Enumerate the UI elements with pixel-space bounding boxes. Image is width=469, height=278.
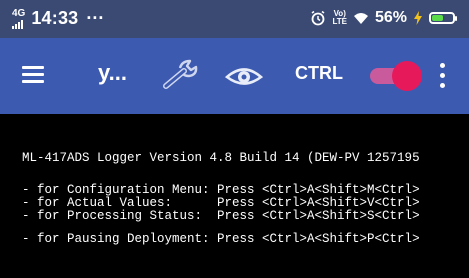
terminal-line-version: ML-417ADS Logger Version 4.8 Build 14 (D… bbox=[22, 151, 420, 165]
status-bar-left: 4G 14:33 ··· bbox=[12, 8, 104, 29]
toggle-thumb bbox=[392, 61, 422, 91]
toolbar-title[interactable]: y... bbox=[98, 60, 127, 86]
menu-icon[interactable] bbox=[22, 66, 44, 83]
network-type: 4G bbox=[12, 7, 26, 19]
eye-icon[interactable] bbox=[224, 62, 264, 90]
alarm-icon bbox=[311, 10, 325, 26]
signal-icon: 4G bbox=[12, 7, 26, 29]
wifi-icon bbox=[353, 13, 368, 24]
app-toolbar: y... CTRL bbox=[0, 38, 469, 114]
volte-icon: Vo) LTE bbox=[332, 10, 347, 26]
status-bar-right: Vo) LTE 56% bbox=[310, 9, 457, 27]
clock: 14:33 bbox=[31, 8, 79, 28]
terminal-output[interactable]: ML-417ADS Logger Version 4.8 Build 14 (D… bbox=[0, 114, 469, 278]
status-bar: 4G 14:33 ··· Vo) LTE 56% bbox=[0, 0, 469, 38]
more-options-icon[interactable] bbox=[440, 63, 446, 89]
wrench-icon[interactable] bbox=[160, 58, 204, 92]
charging-icon bbox=[414, 11, 422, 25]
ctrl-button[interactable]: CTRL bbox=[295, 63, 343, 84]
battery-fill bbox=[432, 15, 443, 21]
battery-percent: 56% bbox=[374, 9, 407, 26]
ctrl-toggle[interactable] bbox=[370, 61, 422, 91]
terminal-line-status: - for Processing Status: Press <Ctrl>A<S… bbox=[22, 209, 420, 223]
volte-bottom: LTE bbox=[332, 17, 347, 26]
terminal-line-pause: - for Pausing Deployment: Press <Ctrl>A<… bbox=[22, 232, 420, 246]
battery-icon bbox=[429, 12, 457, 24]
more-notifications: ··· bbox=[86, 8, 105, 28]
